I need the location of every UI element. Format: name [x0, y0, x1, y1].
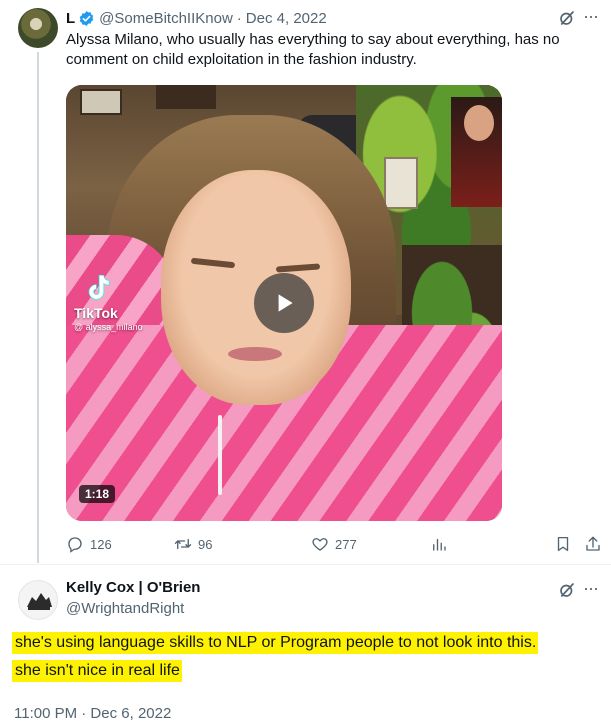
- like-button[interactable]: 277: [311, 535, 357, 553]
- tweet-text: Alyssa Milano, who usually has everythin…: [66, 31, 560, 68]
- tweet-date[interactable]: Dec 4, 2022: [246, 10, 327, 27]
- tweet-reply[interactable]: Kelly Cox | O'Brien @WrightandRight ··· …: [0, 566, 611, 722]
- author-name[interactable]: L: [66, 10, 75, 27]
- tiktok-watermark: TikTok: [74, 305, 118, 321]
- reply-button[interactable]: 126: [66, 535, 112, 553]
- avatar[interactable]: [18, 8, 58, 48]
- more-icon[interactable]: ···: [583, 578, 599, 599]
- bookmark-icon: [557, 536, 569, 552]
- video-duration: 1:18: [79, 485, 116, 503]
- views-icon: [433, 538, 446, 551]
- avatar[interactable]: [18, 580, 58, 620]
- share-button[interactable]: [584, 535, 608, 553]
- like-icon: [312, 538, 328, 551]
- tweet-text-line: she's using language skills to NLP or Pr…: [12, 632, 539, 654]
- video-subject-mouth: [228, 347, 282, 361]
- tiktok-watermark-handle: @ alyssa_milano: [74, 322, 143, 332]
- video-background-frame: [80, 89, 122, 115]
- play-button[interactable]: [254, 273, 314, 333]
- grok-icon[interactable]: [558, 9, 576, 27]
- avatar-logo-icon: [27, 593, 52, 610]
- more-icon[interactable]: ···: [583, 6, 599, 27]
- video-subject-hoodie-cord: [218, 415, 222, 495]
- thread-line: [37, 52, 39, 563]
- share-icon: [586, 536, 600, 551]
- tweet-header: L @SomeBitchIIKnow · Dec 4, 2022: [66, 8, 327, 28]
- like-count: 277: [335, 536, 357, 552]
- play-icon: [278, 294, 293, 312]
- reply-icon: [68, 537, 82, 553]
- author-name[interactable]: Kelly Cox | O'Brien: [66, 579, 200, 596]
- views-button[interactable]: [430, 535, 454, 553]
- tiktok-logo-icon: [88, 274, 110, 300]
- author-handle[interactable]: @SomeBitchIIKnow: [99, 10, 233, 27]
- verified-badge-icon: [79, 10, 94, 26]
- video-background-poster-face: [464, 105, 494, 141]
- retweet-count: 96: [198, 536, 213, 552]
- video-subject-face: [161, 170, 351, 405]
- tweet-actions: 126 96 277: [66, 535, 606, 555]
- author-handle[interactable]: @WrightandRight: [66, 600, 184, 617]
- separator-dot: ·: [236, 9, 242, 27]
- grok-icon[interactable]: [558, 581, 576, 599]
- bookmark-button[interactable]: [554, 535, 578, 553]
- retweet-button[interactable]: 96: [174, 535, 212, 553]
- video-player[interactable]: TikTok @ alyssa_milano 1:18: [66, 85, 502, 521]
- tweet-original[interactable]: L @SomeBitchIIKnow · Dec 4, 2022 ··· Aly…: [0, 0, 611, 563]
- tweet-text-line: she isn't nice in real life: [12, 660, 182, 682]
- tweet-timestamp[interactable]: 11:00 PM · Dec 6, 2022: [14, 705, 171, 722]
- video-background-frame: [156, 85, 216, 109]
- retweet-icon: [174, 538, 192, 550]
- tweet-divider: [0, 564, 611, 565]
- video-background-photo: [384, 157, 418, 209]
- reply-count: 126: [90, 536, 112, 552]
